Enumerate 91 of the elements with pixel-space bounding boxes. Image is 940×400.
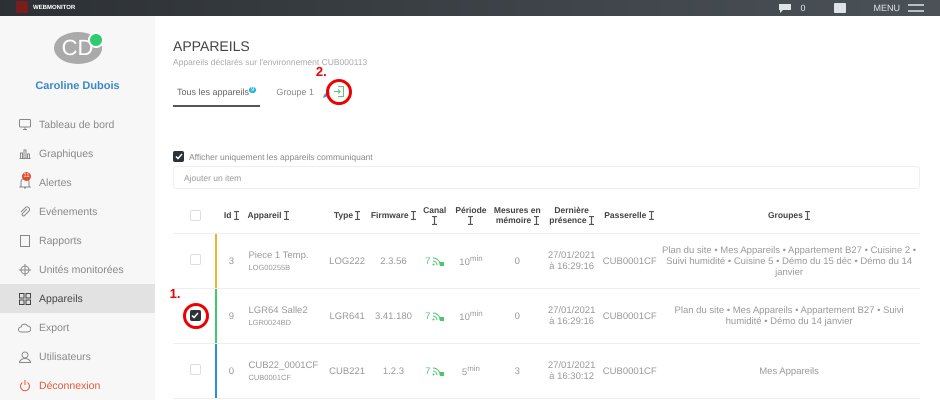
table-cell: 9	[228, 310, 234, 322]
column-header[interactable]: Mesures en mémoire	[493, 205, 542, 226]
sort-icon	[284, 211, 289, 220]
sort-icon	[534, 216, 539, 226]
table-cell: 10$^{min}$	[459, 257, 483, 268]
power-icon	[18, 380, 30, 392]
column-header[interactable]: Firmware	[370, 210, 416, 220]
column-header[interactable]: Id	[224, 210, 239, 220]
menu-label[interactable]: MENU	[874, 3, 900, 13]
sort-icon	[234, 211, 239, 220]
table-cell: CUB0001CF	[602, 310, 657, 322]
table-cell: 1.2.3	[382, 366, 404, 377]
table-cell: 0	[514, 256, 520, 267]
table-cell: CUB0001CF	[602, 366, 657, 377]
table-cell: 5$^{min}$	[462, 367, 480, 378]
table-cell: 3	[228, 256, 234, 267]
logo-icon	[15, 1, 29, 15]
sort-icon	[648, 211, 654, 220]
sort-icon	[355, 211, 360, 220]
tab[interactable]: Tous les appareils $^{9}$	[173, 83, 260, 107]
checkbox[interactable]	[173, 151, 184, 162]
column-header[interactable]: Groupes	[768, 210, 810, 220]
sort-icon	[588, 216, 594, 226]
sort-icon	[468, 216, 474, 226]
device-name: CUB22_0001CF	[248, 360, 320, 372]
wifi-lock-icon	[432, 366, 444, 376]
annotation-number: 1.	[170, 286, 180, 302]
monitor-icon	[18, 119, 30, 130]
table-cell: LGR641	[329, 310, 365, 322]
sidebar-item[interactable]: Tableau de bord	[0, 110, 155, 139]
tab[interactable]: Groupe 1	[272, 83, 318, 107]
sort-icon	[805, 211, 810, 220]
sidebar-item[interactable]: Graphiques	[0, 139, 155, 168]
channel-number: 7	[425, 256, 430, 267]
page-title: APPAREILS	[173, 38, 251, 54]
column-header[interactable]: Type	[334, 210, 360, 220]
chat-icon[interactable]	[778, 2, 792, 14]
table-cell: 0	[514, 310, 520, 322]
row-checkbox[interactable]	[190, 310, 201, 322]
groups-text: Mes Appareils	[759, 366, 819, 377]
crosshair-icon	[18, 264, 30, 276]
box-icon[interactable]	[834, 3, 846, 13]
grid-icon	[18, 292, 30, 304]
sidebar-item[interactable]: Déconnexion	[0, 371, 155, 400]
groups-text: Plan du site • Mes Appareils • Appartement B27 • Cuisine 2 • Suivi humidité • Cuisine 5 • Démo du 15 déc • Démo du 14 janvier	[662, 244, 916, 278]
annotation-circle	[182, 303, 209, 330]
sidebar-item[interactable]: Unités monitorées	[0, 255, 155, 284]
channel-number: 7	[425, 366, 430, 377]
column-header[interactable]: Dernière présence	[545, 205, 598, 226]
table-cell: 2.3.56	[380, 256, 407, 267]
annotation-circle	[326, 78, 352, 104]
user-icon	[18, 350, 30, 362]
filter-label: Afficher uniquement les appareils communiquant	[189, 152, 373, 162]
table-cell: 3.41.180	[374, 310, 412, 322]
channel-number: 7	[425, 310, 430, 322]
device-name: LGR64 Salle2	[248, 305, 309, 316]
message-count: 0	[800, 3, 806, 13]
sidebar-item[interactable]: Evénements	[0, 197, 155, 226]
search-field[interactable]: Ajouter un item	[173, 166, 920, 189]
bell-icon	[18, 176, 30, 188]
device-name: Piece 1 Temp.	[248, 250, 310, 262]
sidebar-item[interactable]: Rapports	[0, 226, 155, 255]
table-cell: 10$^{min}$	[459, 312, 483, 324]
sidebar-item[interactable]: Appareils	[0, 284, 155, 313]
pencil-icon[interactable]	[322, 91, 330, 99]
table-cell: 0	[228, 366, 234, 377]
table-cell: 27/01/2021 à 16:30:12	[548, 360, 596, 382]
paperclip-icon	[18, 206, 30, 218]
table-cell: LOG222	[329, 256, 366, 267]
column-header[interactable]: Période	[452, 205, 490, 226]
menu-icon[interactable]	[908, 4, 924, 12]
table-cell: 27/01/2021 à 16:29:16	[548, 250, 596, 272]
column-header[interactable]: Appareil	[247, 210, 289, 220]
user-name[interactable]: Caroline Dubois	[35, 80, 120, 92]
wifi-lock-icon	[432, 256, 444, 266]
sidebar-item[interactable]: Export	[0, 313, 155, 342]
document-icon	[20, 234, 30, 246]
sort-icon	[411, 211, 416, 220]
table-cell: 27/01/2021 à 16:29:16	[548, 305, 596, 328]
column-header[interactable]: Passerelle	[604, 210, 654, 220]
sort-icon	[432, 216, 438, 226]
table-cell: 3	[514, 366, 520, 377]
groups-text: Plan du site • Mes Appareils • Appartement B27 • Suivi humidité • Démo du 14 janvier	[674, 305, 904, 328]
table-cell: CUB0001CF	[602, 256, 657, 267]
select-all-checkbox[interactable]	[190, 210, 201, 221]
cloud-icon	[18, 322, 31, 332]
sidebar-item[interactable]: Utilisateurs	[0, 342, 155, 371]
table-cell: CUB221	[329, 366, 366, 377]
bar-chart-icon	[18, 148, 30, 159]
wifi-lock-icon	[432, 311, 444, 322]
column-header[interactable]: Canal	[420, 205, 449, 226]
